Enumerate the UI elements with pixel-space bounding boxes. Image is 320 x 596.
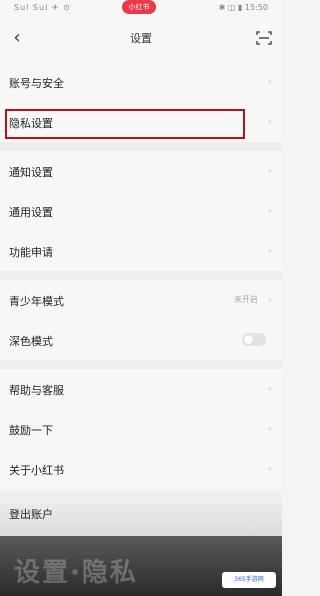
row-label: 通知设置 [9,166,53,179]
toggle-knob [244,335,253,344]
chevron-right-icon: › [267,115,272,128]
logout-button[interactable]: 登出账户 [0,490,282,536]
row-help[interactable]: 帮助与客服 › [0,369,282,409]
youth-mode-status: 未开启 [234,295,258,304]
divider [0,142,282,151]
status-bar: Sul Sul ✈ ⊙ 小红书 ✱ ◫ ▮ 15:50 [0,0,282,16]
chevron-right-icon: › [267,462,272,475]
page-title: 设置 [130,32,152,45]
top-nav: ‹ 设置 [0,16,282,62]
row-dark-mode: 深色模式 [0,320,282,360]
row-encourage[interactable]: 鼓励一下 › [0,409,282,449]
chevron-right-icon: › [267,164,272,177]
row-label: 鼓励一下 [9,424,53,437]
divider [0,271,282,280]
scan-icon [256,31,272,45]
dark-mode-toggle[interactable] [242,333,266,346]
row-label: 功能申请 [9,246,53,259]
watermark-logo: 365手游网 [222,572,276,588]
row-general[interactable]: 通用设置 › [0,191,282,231]
chevron-right-icon: › [267,75,272,88]
chevron-right-icon: › [267,382,272,395]
row-label: 通用设置 [9,206,53,219]
row-account-security[interactable]: 账号与安全 › [0,62,282,102]
status-time-indicators: ✱ ◫ ▮ 15:50 [218,3,268,12]
chevron-right-icon: › [267,244,272,257]
row-label: 深色模式 [9,335,53,348]
row-label: 青少年模式 [9,295,64,308]
row-label: 账号与安全 [9,77,64,90]
privacy-highlight-box [5,109,245,139]
row-notifications[interactable]: 通知设置 › [0,151,282,191]
row-label: 关于小红书 [9,464,64,477]
row-label: 帮助与客服 [9,384,64,397]
chevron-right-icon: › [267,293,272,306]
divider [0,360,282,369]
status-signal-indicators: Sul Sul ✈ ⊙ [14,3,71,12]
row-feature-request[interactable]: 功能申请 › [0,231,282,271]
chevron-right-icon: › [267,204,272,217]
row-youth-mode[interactable]: 青少年模式 未开启 › [0,280,282,320]
watermark-text: 设置·隐私 [14,558,138,588]
status-app-pill[interactable]: 小红书 [122,0,156,14]
logout-label: 登出账户 [9,508,53,521]
chevron-right-icon: › [267,422,272,435]
scan-button[interactable] [256,30,272,46]
row-about[interactable]: 关于小红书 › [0,449,282,489]
